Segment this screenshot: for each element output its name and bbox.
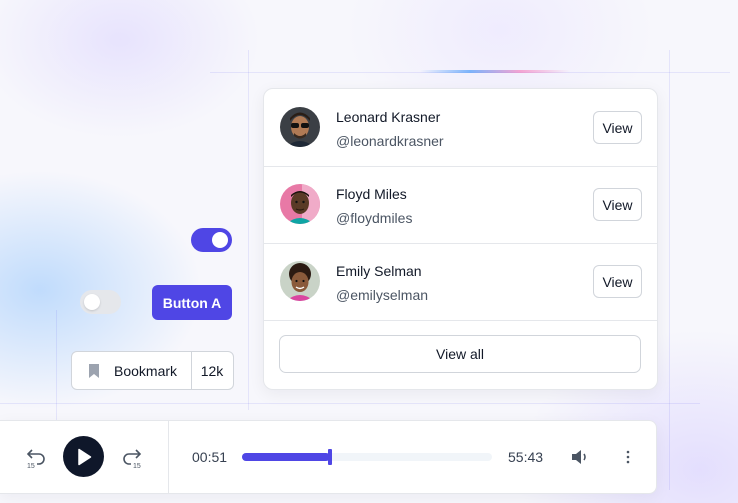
view-button[interactable]: View (593, 265, 642, 298)
button-a[interactable]: Button A (152, 285, 232, 320)
person-name: Emily Selman (336, 263, 422, 279)
people-card: Leonard Krasner @leonardkrasner View Flo… (263, 88, 658, 390)
progress-fill (242, 453, 330, 461)
card-glow (420, 70, 570, 73)
toggle-knob (84, 294, 100, 310)
play-button[interactable] (63, 436, 104, 477)
grid-line-vertical-far-left (56, 310, 57, 420)
grid-line-horizontal-bottom (0, 403, 700, 404)
bookmark-button[interactable]: Bookmark (72, 352, 192, 389)
person-name: Leonard Krasner (336, 109, 441, 125)
total-time: 55:43 (508, 449, 544, 465)
view-all-button[interactable]: View all (279, 335, 641, 373)
progress-track[interactable] (242, 449, 492, 465)
toggle-knob (212, 232, 228, 248)
bookmark-count: 12k (200, 362, 224, 379)
avatar (280, 184, 320, 224)
toggle-switch-off[interactable] (80, 290, 121, 314)
person-handle: @floydmiles (336, 210, 413, 226)
skip-back-15-icon[interactable]: 15 (24, 445, 48, 469)
volume-icon[interactable] (570, 448, 590, 466)
more-vertical-icon[interactable] (624, 449, 632, 465)
player-divider (168, 421, 169, 493)
bookmark-label: Bookmark (114, 362, 178, 379)
avatar (280, 261, 320, 301)
avatar (280, 107, 320, 147)
skip-forward-15-icon[interactable]: 15 (120, 445, 144, 469)
person-handle: @leonardkrasner (336, 133, 444, 149)
audio-player: 15 15 00:51 55:43 (0, 420, 657, 494)
current-time: 00:51 (192, 449, 228, 465)
toggle-switch-on[interactable] (191, 228, 232, 252)
view-button[interactable]: View (593, 111, 642, 144)
bookmark-button-group: Bookmark 12k (71, 351, 234, 390)
progress-thumb[interactable] (327, 449, 332, 465)
play-icon (77, 448, 91, 465)
grid-line-vertical-right (669, 50, 670, 490)
person-handle: @emilyselman (336, 287, 429, 303)
view-button[interactable]: View (593, 188, 642, 221)
skip-back-seconds: 15 (27, 463, 35, 469)
person-row: Leonard Krasner @leonardkrasner View (264, 89, 657, 167)
grid-line-vertical-left (248, 50, 249, 410)
skip-forward-seconds: 15 (133, 463, 141, 469)
person-row: Floyd Miles @floydmiles View (264, 166, 657, 244)
bookmark-icon (89, 363, 99, 378)
person-name: Floyd Miles (336, 186, 407, 202)
person-row: Emily Selman @emilyselman View (264, 243, 657, 321)
